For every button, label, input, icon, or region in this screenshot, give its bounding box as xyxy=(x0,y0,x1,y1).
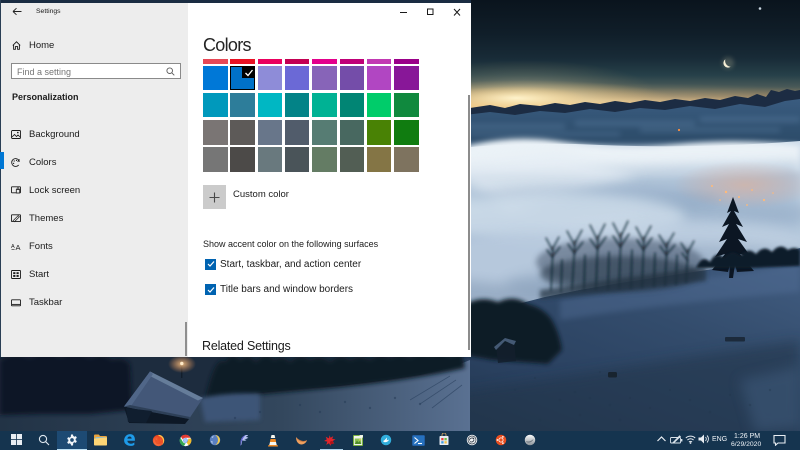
svg-text:A: A xyxy=(11,244,15,250)
svg-text:A: A xyxy=(16,243,21,251)
